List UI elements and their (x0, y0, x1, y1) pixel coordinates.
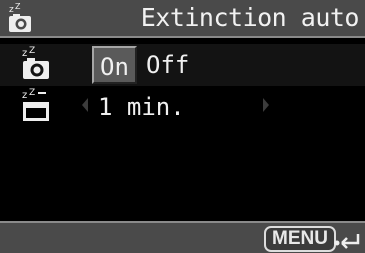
option-off[interactable]: Off (140, 46, 195, 84)
auto-power-off-delay-row[interactable]: z Z 1 min. (0, 86, 365, 128)
menu-header: z Z Extinction auto (0, 0, 365, 38)
decrease-arrow-icon[interactable] (82, 98, 88, 112)
delay-value: 1 min. (98, 93, 185, 121)
auto-power-off-toggle-row[interactable]: z Z On Off (0, 44, 365, 86)
svg-text:z: z (22, 48, 27, 59)
svg-text:Z: Z (15, 3, 21, 11)
timer-sleep-icon: z Z (22, 88, 49, 121)
svg-text:Z: Z (29, 88, 35, 98)
camera-sleep-icon: z Z (9, 3, 31, 32)
svg-text:z: z (22, 90, 27, 101)
menu-footer: MENU (0, 221, 365, 253)
menu-button[interactable]: MENU (264, 226, 336, 252)
svg-text:z: z (9, 5, 14, 15)
option-on[interactable]: On (92, 46, 137, 84)
return-arrow-icon[interactable] (334, 229, 362, 251)
svg-text:Z: Z (29, 46, 35, 56)
camera-sleep-icon: z Z (22, 46, 49, 79)
camera-menu-screen: z Z Extinction auto z Z On Off z Z 1 min… (0, 0, 365, 253)
increase-arrow-icon[interactable] (263, 98, 269, 112)
page-title: Extinction auto (140, 3, 360, 32)
